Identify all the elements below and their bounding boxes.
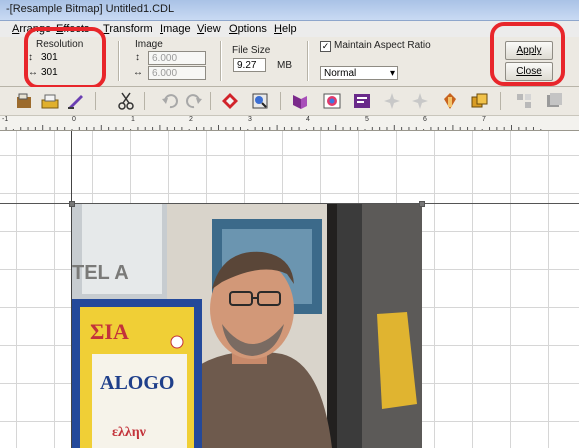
window-title: -[Resample Bitmap] Untitled1.CDL xyxy=(6,3,175,15)
resize-handle[interactable] xyxy=(419,201,425,207)
scanner-icon[interactable] xyxy=(40,91,60,111)
stack-icon[interactable] xyxy=(470,91,490,111)
separator xyxy=(118,41,120,81)
filesize-field: 9.27 xyxy=(233,58,266,72)
separator xyxy=(307,41,309,81)
image-label: Image xyxy=(135,39,163,50)
tool1-icon[interactable] xyxy=(514,91,534,111)
resize-handle[interactable] xyxy=(69,201,75,207)
separator xyxy=(210,92,211,110)
ruler-label: -1 xyxy=(2,116,9,123)
layer-icon[interactable] xyxy=(290,91,310,111)
apply-close-highlight xyxy=(490,22,565,86)
aspect-ratio-checkbox[interactable]: ✓ xyxy=(320,41,331,52)
separator xyxy=(500,92,501,110)
menu-image[interactable]: Image xyxy=(160,23,191,35)
redo-icon[interactable] xyxy=(184,91,204,111)
filesize-unit: MB xyxy=(277,60,292,71)
separator xyxy=(95,92,96,110)
mode-select[interactable]: Normal ▾ xyxy=(320,66,398,80)
color-icon[interactable] xyxy=(322,91,342,111)
svg-text:ελλην: ελλην xyxy=(112,425,147,440)
sparkle2-icon[interactable] xyxy=(410,91,430,111)
ruler-label: 1 xyxy=(131,116,135,123)
separator xyxy=(280,92,281,110)
title-bar: -[Resample Bitmap] Untitled1.CDL xyxy=(0,0,579,21)
sparkle-icon[interactable] xyxy=(382,91,402,111)
mode-select-value: Normal xyxy=(324,68,357,79)
ruler-label: 5 xyxy=(365,116,369,123)
text-icon[interactable] xyxy=(352,91,372,111)
image-width-icon: ↔ xyxy=(133,67,143,78)
horizontal-ruler: -1 0 1 2 3 4 5 6 7 xyxy=(0,116,579,131)
canvas[interactable]: TEL A ΣΙΑ ALOGO ελλην xyxy=(0,131,579,448)
aspect-ratio-label: Maintain Aspect Ratio xyxy=(334,40,431,51)
ruler-label: 4 xyxy=(306,116,310,123)
svg-text:ALOGO: ALOGO xyxy=(100,372,174,394)
svg-text:TEL A: TEL A xyxy=(72,262,129,284)
cut-icon[interactable] xyxy=(116,91,136,111)
tool2-icon[interactable] xyxy=(544,91,564,111)
zoom-icon[interactable] xyxy=(250,91,270,111)
image-height-icon: ↕ xyxy=(135,52,140,63)
separator xyxy=(144,92,145,110)
menu-view[interactable]: View xyxy=(197,23,221,35)
image-height-field[interactable]: 6.000 xyxy=(148,51,206,65)
image-width-field[interactable]: 6.000 xyxy=(148,66,206,80)
undo-icon[interactable] xyxy=(160,91,180,111)
ruler-ticks xyxy=(5,125,542,130)
resolution-highlight xyxy=(24,27,106,89)
filesize-label: File Size xyxy=(232,45,271,56)
bitmap-image[interactable]: TEL A ΣΙΑ ALOGO ελλην xyxy=(72,204,422,448)
ruler-label: 2 xyxy=(189,116,193,123)
ruler-label: 6 xyxy=(423,116,427,123)
menu-options[interactable]: Options xyxy=(229,23,267,35)
open-icon[interactable] xyxy=(14,91,34,111)
ruler-label: 7 xyxy=(482,116,486,123)
chevron-down-icon: ▾ xyxy=(389,68,395,79)
brush-icon[interactable] xyxy=(66,91,86,111)
separator xyxy=(220,41,222,81)
ruler-label: 0 xyxy=(72,116,76,123)
svg-text:ΣΙΑ: ΣΙΑ xyxy=(90,319,129,344)
menu-transform[interactable]: Transform xyxy=(103,23,153,35)
toolbar xyxy=(0,87,579,116)
erase-icon[interactable] xyxy=(220,91,240,111)
ruler-label: 3 xyxy=(248,116,252,123)
menu-help[interactable]: Help xyxy=(274,23,297,35)
mask-icon[interactable] xyxy=(440,91,460,111)
